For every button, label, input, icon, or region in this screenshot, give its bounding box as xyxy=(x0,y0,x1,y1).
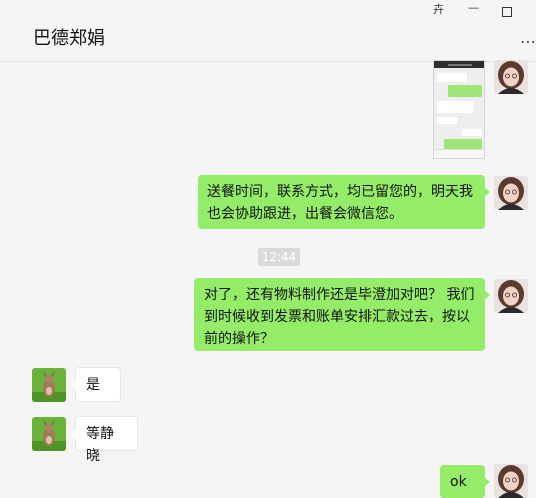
message-bubble[interactable]: 是 xyxy=(70,367,121,402)
message-timestamp: 12:44 xyxy=(258,248,300,266)
more-icon[interactable]: ⋯ xyxy=(520,32,536,51)
contact-avatar[interactable] xyxy=(32,368,66,402)
pin-icon[interactable]: 卉 xyxy=(433,3,444,17)
chat-header: 巴德郑娟 卉 — ⋯ xyxy=(0,0,536,62)
contact-avatar[interactable] xyxy=(32,417,66,451)
my-avatar[interactable] xyxy=(494,60,528,94)
message-bubble[interactable]: ok xyxy=(440,465,490,498)
maximize-icon[interactable] xyxy=(502,7,512,17)
my-avatar[interactable] xyxy=(494,464,528,498)
message-bubble[interactable]: 送餐时间，联系方式，均已留您的，明天我也会协助跟进，出餐会微信您。 xyxy=(198,175,490,229)
my-avatar[interactable] xyxy=(494,176,528,210)
my-avatar[interactable] xyxy=(494,279,528,313)
message-bubble[interactable]: 等静晓 xyxy=(70,416,138,464)
chat-title: 巴德郑娟 xyxy=(33,28,105,49)
minimize-icon[interactable]: — xyxy=(468,1,479,15)
image-message[interactable] xyxy=(433,60,485,159)
message-bubble[interactable]: 对了，还有物料制作还是毕澄加对吧？ 我们到时候收到发票和账单安排汇款过去，按以前… xyxy=(194,278,490,351)
